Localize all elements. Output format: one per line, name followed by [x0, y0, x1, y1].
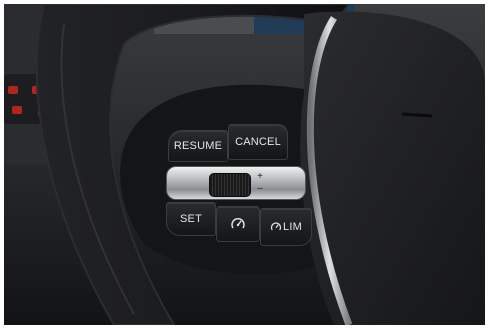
cancel-button[interactable]: CANCEL [228, 124, 288, 160]
resume-label: RESUME [173, 140, 223, 152]
speed-limiter-button[interactable]: LIM [260, 208, 312, 246]
thumb-roller[interactable] [209, 173, 251, 197]
indicator-light [8, 86, 18, 94]
plus-minus-marks: + – [253, 171, 267, 197]
speed-rocker[interactable]: + – [166, 166, 306, 200]
minus-symbol: – [257, 183, 263, 194]
steering-wheel-photo: RESUME CANCEL + – SET LIM [4, 4, 485, 325]
resume-button[interactable]: RESUME [168, 130, 228, 162]
cancel-label: CANCEL [235, 136, 281, 148]
plus-symbol: + [257, 171, 263, 182]
lim-label: LIM [283, 221, 302, 233]
set-label: SET [180, 213, 202, 225]
set-button[interactable]: SET [166, 202, 216, 236]
speed-limiter-icon [271, 222, 282, 231]
cruise-control-button[interactable] [216, 206, 260, 242]
indicator-light [12, 106, 22, 114]
steering-hub [300, 11, 485, 325]
cruise-control-cluster: RESUME CANCEL + – SET LIM [162, 116, 322, 256]
hub-seam [401, 112, 433, 118]
cruise-control-icon [231, 218, 245, 229]
